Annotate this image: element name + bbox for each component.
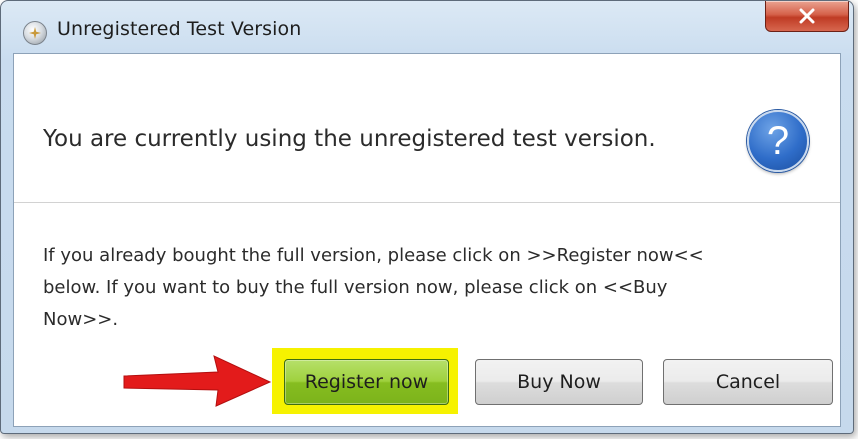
register-now-button[interactable]: Register now <box>284 359 449 405</box>
red-arrow-icon <box>123 355 272 407</box>
close-icon <box>799 8 815 24</box>
cancel-button[interactable]: Cancel <box>663 359 833 405</box>
question-icon: ? <box>747 110 809 172</box>
instruction-line: If you already bought the full version, … <box>43 245 704 266</box>
instruction-line: below. If you want to buy the full versi… <box>43 277 668 298</box>
instruction-line: Now>>. <box>43 309 119 330</box>
app-icon <box>23 21 47 45</box>
window-title: Unregistered Test Version <box>57 18 302 40</box>
close-button[interactable] <box>765 1 849 32</box>
title-bar[interactable]: Unregistered Test Version <box>1 1 853 51</box>
message-header: You are currently using the unregistered… <box>14 54 840 203</box>
main-message: You are currently using the unregistered… <box>43 126 656 152</box>
buy-now-button[interactable]: Buy Now <box>475 359 643 405</box>
instruction-text: If you already bought the full version, … <box>43 240 823 336</box>
